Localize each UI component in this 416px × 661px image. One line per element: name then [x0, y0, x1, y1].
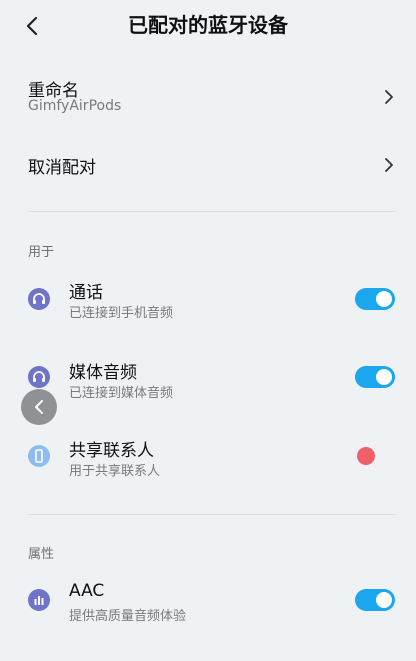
list-item-call: 通话 已连接到手机音频: [0, 278, 416, 322]
toggle-knob: [376, 369, 392, 385]
list-item-aac: AAC 提供高质量音频体验: [0, 581, 416, 625]
list-item-media-audio: 媒体音频 已连接到媒体音频: [0, 358, 416, 402]
unpair-row[interactable]: 取消配对: [0, 145, 416, 185]
floating-back-button[interactable]: [21, 389, 57, 425]
media-audio-toggle[interactable]: [355, 366, 395, 388]
chevron-left-icon: [35, 400, 43, 414]
share-contacts-subtitle: 用于共享联系人: [69, 464, 161, 479]
section-header-used-for: 用于: [28, 245, 55, 260]
divider: [28, 514, 396, 515]
headset-icon: [28, 288, 50, 310]
aac-title: AAC: [69, 581, 105, 601]
page-title: 已配对的蓝牙设备: [128, 13, 288, 37]
share-contacts-title: 共享联系人: [69, 441, 154, 461]
unpair-label: 取消配对: [28, 158, 96, 178]
aac-subtitle: 提供高质量音频体验: [69, 609, 187, 624]
media-audio-title: 媒体音频: [69, 363, 137, 383]
call-toggle[interactable]: [355, 288, 395, 310]
call-subtitle: 已连接到手机音频: [69, 306, 174, 321]
aac-toggle[interactable]: [355, 589, 395, 611]
section-header-properties: 属性: [28, 547, 55, 562]
list-item-share-contacts: 共享联系人 用于共享联系人: [0, 436, 416, 480]
call-title: 通话: [69, 283, 103, 303]
divider: [28, 211, 396, 212]
device-name-value: GimfyAirPods: [28, 98, 122, 114]
toggle-knob: [376, 291, 392, 307]
media-audio-subtitle: 已连接到媒体音频: [69, 386, 174, 401]
headphones-icon: [28, 366, 50, 388]
chevron-right-icon: [385, 90, 393, 104]
chevron-right-icon: [385, 158, 393, 172]
toggle-knob: [376, 592, 392, 608]
header-bar: 已配对的蓝牙设备: [0, 0, 416, 52]
bars-icon: [28, 589, 50, 611]
share-contacts-status-dot[interactable]: [357, 447, 375, 465]
rename-row[interactable]: 重命名 GimfyAirPods: [0, 70, 416, 126]
phone-icon: [28, 445, 50, 467]
